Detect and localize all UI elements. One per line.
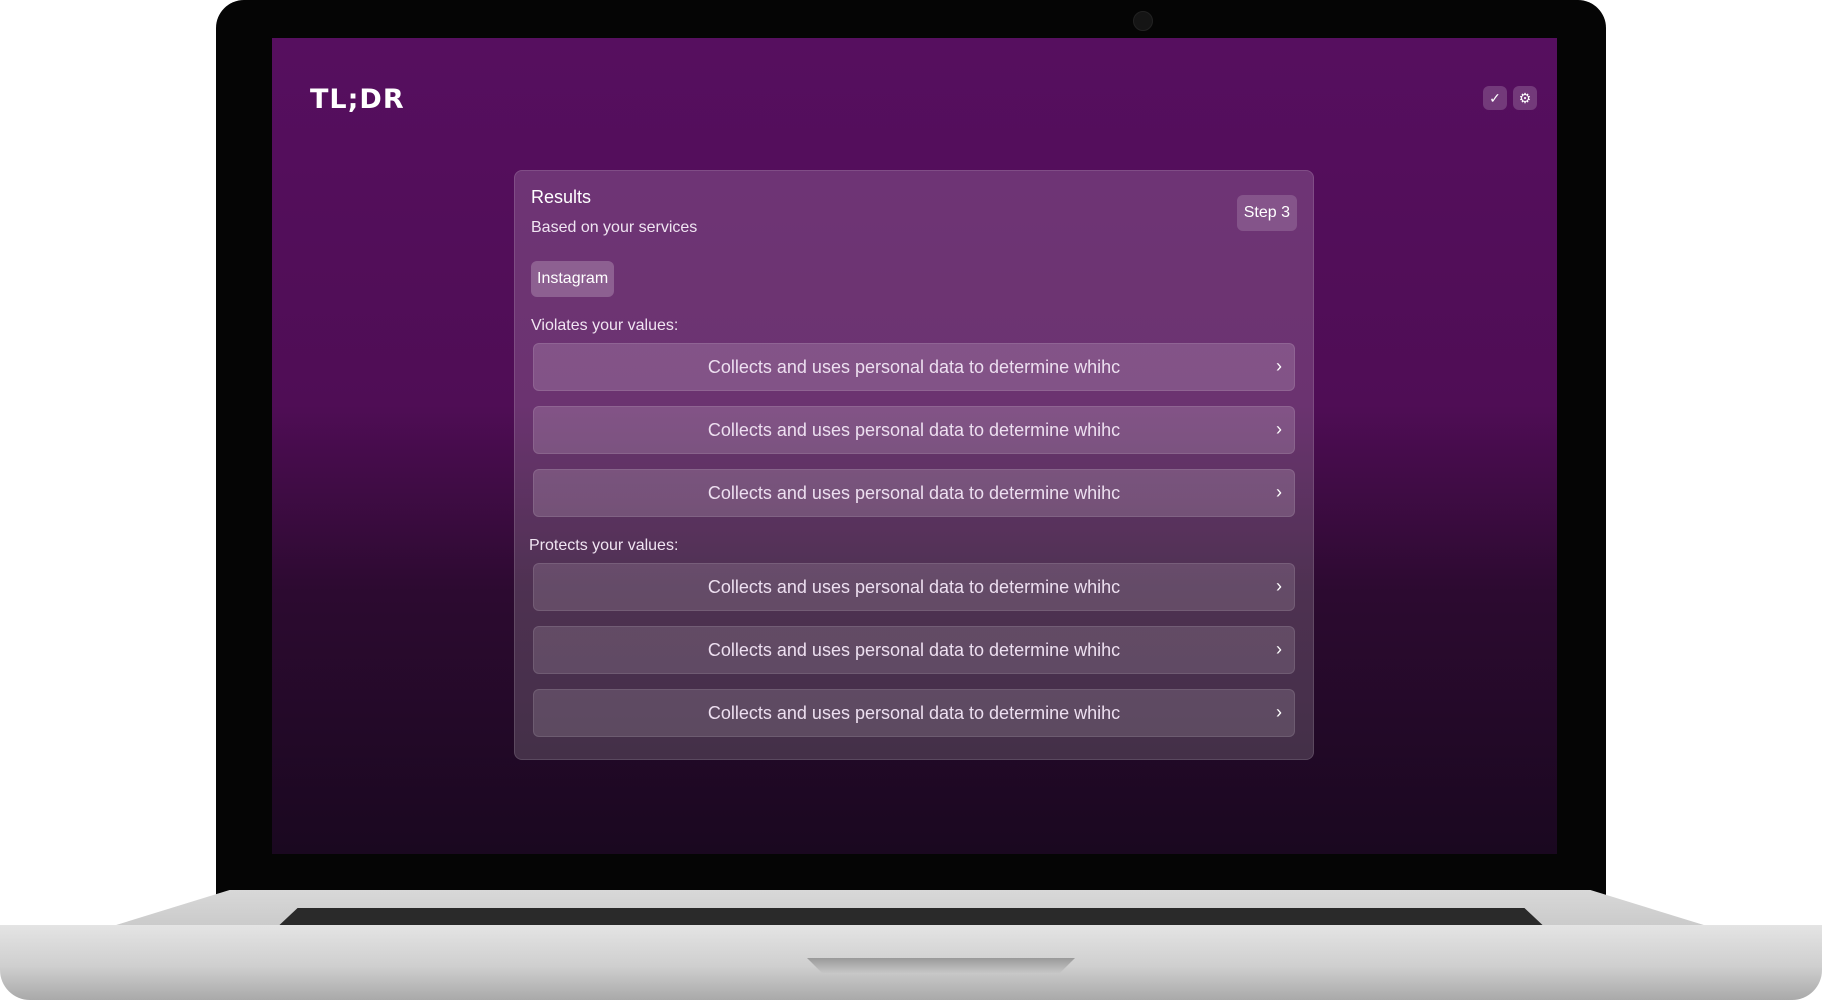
violates-item[interactable]: Collects and uses personal data to deter…: [533, 406, 1295, 454]
violates-label: Violates your values:: [531, 317, 679, 334]
protects-item-label: Collects and uses personal data to deter…: [707, 639, 1121, 660]
step-badge: Step 3: [1236, 195, 1297, 231]
violates-item[interactable]: Collects and uses personal data to deter…: [533, 343, 1295, 391]
check-icon[interactable]: ✓: [1483, 86, 1507, 110]
protects-item-label: Collects and uses personal data to deter…: [707, 576, 1121, 597]
protects-item[interactable]: Collects and uses personal data to deter…: [533, 689, 1295, 737]
laptop-notch: [807, 958, 1075, 974]
app-screen: TL;DR ✓ ⚙ Results Based on your services…: [272, 38, 1557, 854]
service-chip-instagram[interactable]: Instagram: [531, 261, 615, 297]
violates-item[interactable]: Collects and uses personal data to deter…: [533, 469, 1295, 517]
chevron-right-icon: ›: [1276, 356, 1282, 377]
laptop-mockup: TL;DR ✓ ⚙ Results Based on your services…: [0, 0, 1822, 1000]
violates-item-label: Collects and uses personal data to deter…: [707, 419, 1121, 440]
camera-icon: [1133, 11, 1153, 31]
chevron-right-icon: ›: [1276, 419, 1282, 440]
app-logo: TL;DR: [310, 84, 405, 115]
chevron-right-icon: ›: [1276, 576, 1282, 597]
protects-item-label: Collects and uses personal data to deter…: [707, 702, 1121, 723]
protects-label: Protects your values:: [529, 537, 679, 554]
chevron-right-icon: ›: [1276, 639, 1282, 660]
violates-item-label: Collects and uses personal data to deter…: [707, 482, 1121, 503]
results-subtitle: Based on your services: [531, 219, 698, 236]
protects-item[interactable]: Collects and uses personal data to deter…: [533, 563, 1295, 611]
violates-item-label: Collects and uses personal data to deter…: [707, 356, 1121, 377]
top-actions: ✓ ⚙: [1483, 86, 1537, 110]
results-card: Results Based on your services Step 3 In…: [514, 170, 1314, 760]
protects-item[interactable]: Collects and uses personal data to deter…: [533, 626, 1295, 674]
gear-icon[interactable]: ⚙: [1513, 86, 1537, 110]
chevron-right-icon: ›: [1276, 702, 1282, 723]
chevron-right-icon: ›: [1276, 482, 1282, 503]
results-title: Results: [531, 187, 592, 207]
